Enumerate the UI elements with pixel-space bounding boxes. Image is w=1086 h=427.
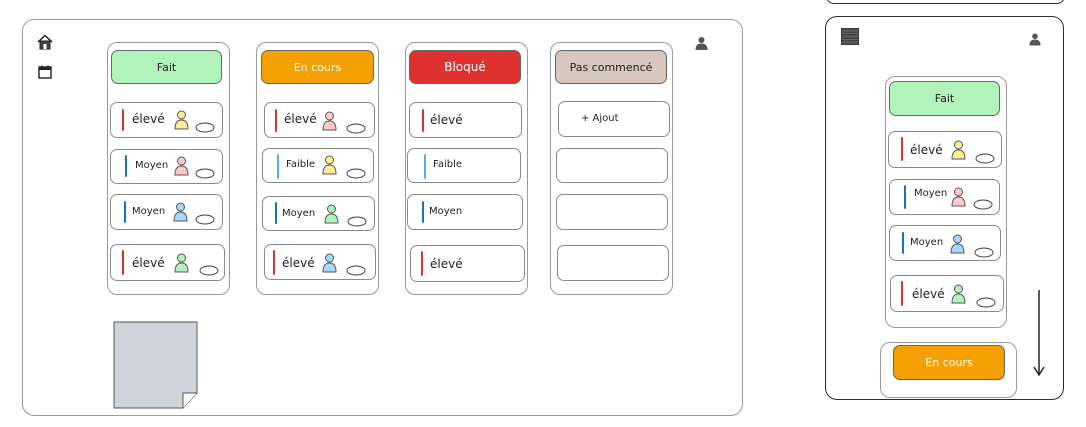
priority-bar — [904, 185, 906, 209]
comment-icon[interactable] — [195, 168, 215, 179]
priority-label: Moyen — [135, 160, 169, 171]
priority-bar — [901, 281, 903, 306]
scroll-down-arrow-icon[interactable] — [1032, 289, 1046, 377]
assignee-icon — [324, 204, 339, 224]
task-card[interactable]: élevé — [264, 102, 375, 138]
priority-label: Moyen — [132, 206, 166, 217]
comment-icon[interactable] — [974, 247, 994, 258]
task-card[interactable]: Moyen — [110, 194, 223, 230]
column-header-bloque[interactable]: Bloqué — [409, 50, 521, 84]
priority-bar — [421, 251, 423, 276]
comment-icon[interactable] — [347, 216, 367, 227]
empty-card-slot — [557, 245, 669, 281]
home-icon[interactable] — [37, 34, 53, 50]
priority-label: Moyen — [429, 206, 463, 217]
task-card[interactable]: élevé — [110, 102, 223, 138]
comment-icon[interactable] — [195, 214, 215, 225]
task-card[interactable]: élevé — [110, 244, 225, 281]
comment-icon[interactable] — [195, 122, 215, 133]
priority-label: élevé — [912, 287, 945, 301]
add-card-button[interactable]: + Ajout — [558, 101, 670, 137]
priority-bar — [124, 201, 126, 223]
column-header-fait[interactable]: Fait — [111, 50, 222, 84]
comment-icon[interactable] — [346, 265, 366, 276]
task-card[interactable]: Faible — [407, 148, 521, 183]
assignee-icon — [951, 284, 966, 304]
priority-label: élevé — [282, 256, 315, 270]
column-header-en-cours[interactable]: En cours — [261, 50, 374, 84]
comment-icon[interactable] — [973, 199, 993, 210]
column-header-pas-commence[interactable]: Pas commencé — [555, 50, 667, 84]
priority-bar — [424, 154, 426, 179]
comment-icon[interactable] — [346, 123, 366, 134]
task-card[interactable]: élevé — [890, 275, 1004, 312]
assignee-icon — [174, 253, 189, 273]
priority-label: élevé — [910, 143, 943, 157]
task-card[interactable]: élevé — [409, 102, 522, 138]
assignee-icon — [322, 155, 337, 175]
comment-icon[interactable] — [199, 265, 219, 276]
assignee-icon — [322, 253, 337, 273]
empty-card-slot — [556, 148, 668, 183]
assignee-icon — [951, 140, 966, 160]
priority-bar — [273, 250, 275, 275]
comment-icon[interactable] — [975, 153, 995, 164]
priority-bar — [422, 109, 424, 132]
task-card[interactable]: Moyen — [110, 149, 223, 184]
assignee-icon — [950, 234, 965, 254]
user-icon[interactable] — [695, 36, 708, 51]
assignee-icon — [951, 187, 966, 207]
priority-label: Moyen — [282, 208, 316, 219]
priority-label: Moyen — [910, 237, 944, 248]
task-card[interactable]: élevé — [888, 131, 1002, 168]
priority-bar — [901, 137, 903, 161]
comment-icon[interactable] — [346, 168, 366, 179]
priority-bar — [275, 109, 277, 132]
mobile-column-header-fait[interactable]: Fait — [889, 81, 1000, 116]
empty-card-slot — [556, 194, 668, 230]
task-card[interactable]: élevé — [264, 244, 376, 280]
user-icon[interactable] — [1029, 32, 1041, 47]
priority-label: Faible — [433, 159, 463, 170]
mobile-frame-top — [826, 0, 1065, 4]
task-card[interactable]: élevé — [410, 245, 525, 282]
priority-bar — [125, 155, 127, 177]
priority-bar — [275, 202, 277, 224]
priority-label: élevé — [284, 112, 317, 126]
priority-label: élevé — [430, 257, 463, 271]
priority-bar — [902, 232, 904, 254]
assignee-icon — [174, 156, 189, 176]
sticky-note[interactable] — [113, 321, 199, 409]
task-card[interactable]: Moyen — [889, 225, 1001, 261]
priority-bar — [277, 154, 279, 179]
assignee-icon — [173, 202, 188, 222]
task-card[interactable]: Faible — [262, 148, 374, 183]
priority-bar — [422, 201, 424, 223]
assignee-icon — [322, 111, 337, 131]
comment-icon[interactable] — [976, 297, 996, 308]
priority-bar — [122, 109, 124, 131]
priority-bar — [122, 250, 124, 275]
menu-icon[interactable] — [841, 28, 859, 45]
priority-label: élevé — [132, 112, 165, 126]
calendar-icon[interactable] — [38, 65, 52, 79]
add-card-label: + Ajout — [581, 113, 619, 124]
priority-label: Moyen — [914, 188, 948, 199]
task-card[interactable]: Moyen — [407, 194, 523, 230]
task-card[interactable]: Moyen — [262, 196, 375, 231]
priority-label: élevé — [430, 113, 463, 127]
task-card[interactable]: Moyen — [889, 179, 1000, 215]
priority-label: Faible — [286, 159, 316, 170]
priority-label: élevé — [132, 256, 165, 270]
assignee-icon — [174, 110, 189, 130]
mobile-column-header-en-cours[interactable]: En cours — [893, 345, 1005, 380]
